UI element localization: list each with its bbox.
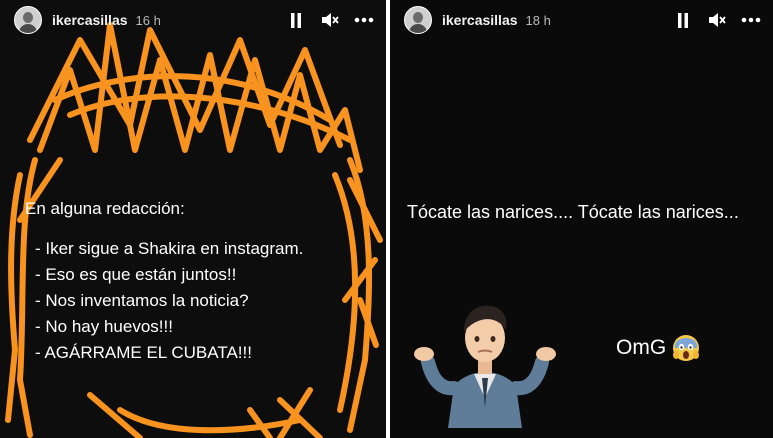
story-left[interactable]: ikercasillas 16 h En alguna redacción: -…	[0, 0, 386, 438]
list-item: - Eso es que están juntos!!	[35, 265, 237, 284]
story-heading: En alguna redacción:	[25, 199, 185, 218]
list-item: - No hay huevos!!!	[35, 317, 173, 336]
story-header: ikercasillas 18 h	[390, 0, 773, 40]
story-list: - Iker sigue a Shakira en instagram. - E…	[25, 236, 303, 366]
more-options-icon[interactable]	[354, 10, 374, 30]
story-right[interactable]: ikercasillas 18 h Tócate las narices....…	[390, 0, 773, 438]
username[interactable]: ikercasillas	[52, 12, 128, 28]
caption: OmG	[616, 334, 700, 362]
caption-text: OmG	[616, 336, 667, 359]
avatar[interactable]	[404, 6, 432, 34]
timestamp: 16 h	[135, 12, 161, 28]
memoji-shrug-icon	[414, 305, 556, 428]
pause-icon[interactable]	[286, 10, 306, 30]
username[interactable]: ikercasillas	[442, 12, 518, 28]
mute-icon[interactable]	[320, 10, 340, 30]
pause-icon[interactable]	[673, 10, 693, 30]
story-text: En alguna redacción: - Iker sigue a Shak…	[25, 196, 303, 366]
story-text: Tócate las narices.... Tócate las narice…	[407, 202, 739, 222]
mute-icon[interactable]	[707, 10, 727, 30]
face-screaming-in-fear-icon	[673, 335, 700, 361]
story-header: ikercasillas 16 h	[0, 0, 386, 40]
list-item: - Nos inventamos la noticia?	[35, 291, 249, 310]
timestamp: 18 h	[525, 12, 551, 28]
list-item: - Iker sigue a Shakira en instagram.	[35, 239, 304, 258]
more-options-icon[interactable]	[741, 10, 761, 30]
list-item: - AGÁRRAME EL CUBATA!!!	[35, 343, 252, 362]
avatar[interactable]	[14, 6, 42, 34]
